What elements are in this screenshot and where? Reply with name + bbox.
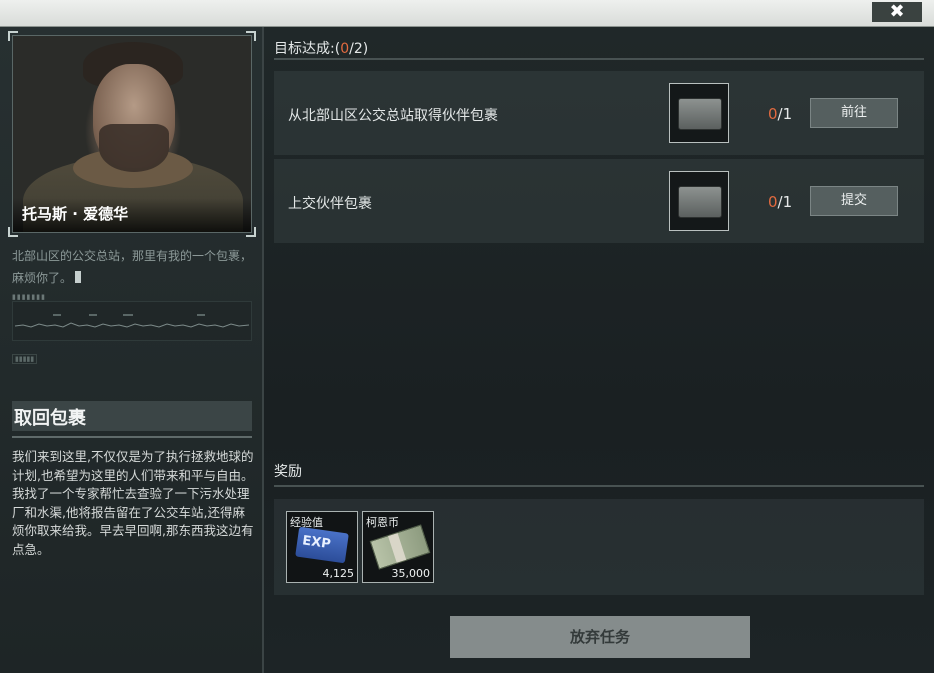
npc-dialogue: 北部山区的公交总站，那里有我的一个包裹，麻烦你了。 — [12, 245, 252, 289]
close-button[interactable]: ✖ — [872, 2, 922, 22]
reward-item[interactable]: 柯恩币 35,000 — [362, 511, 434, 583]
rewards-panel: EXP 经验值 4,125 柯恩币 35,000 — [274, 499, 924, 595]
objectives-label: 目标达成:( — [274, 41, 341, 57]
quest-detail-panel: 目标达成:(0/2) 从北部山区公交总站取得伙伴包裹 0/1 前往 上交伙伴包裹… — [264, 27, 934, 673]
objective-row: 从北部山区公交总站取得伙伴包裹 0/1 前往 — [274, 71, 924, 155]
objectives-done: 0 — [340, 41, 350, 57]
npc-panel: 托马斯 · 爱德华 北部山区的公交总站，那里有我的一个包裹，麻烦你了。 ▮▮▮▮… — [0, 27, 264, 673]
objective-current: 0 — [768, 105, 778, 123]
quest-title: 取回包裹 — [14, 408, 86, 429]
reward-name: 经验值 — [290, 516, 323, 529]
reward-item[interactable]: EXP 经验值 4,125 — [286, 511, 358, 583]
reward-value: 35,000 — [391, 567, 431, 580]
objectives-total: 2 — [353, 41, 363, 57]
rewards-divider — [274, 485, 924, 487]
package-case-icon — [669, 171, 729, 231]
waveform-code: ▮▮▮▮▮ — [12, 354, 38, 364]
npc-portrait: 托马斯 · 爱德华 — [12, 35, 252, 233]
abandon-quest-button[interactable]: 放弃任务 — [450, 616, 750, 658]
goto-button[interactable]: 前往 — [810, 98, 898, 128]
typing-cursor — [75, 271, 82, 283]
objectives-label-end: ) — [362, 41, 369, 57]
quest-description: 我们来到这里,不仅仅是为了执行拯救地球的计划,也希望为这里的人们带来和平与自由。… — [12, 449, 254, 557]
npc-name: 托马斯 · 爱德华 — [22, 205, 129, 223]
npc-dialogue-text: 北部山区的公交总站，那里有我的一个包裹，麻烦你了。 — [12, 249, 253, 285]
money-stack-icon — [369, 524, 431, 570]
objective-progress: 0/1 — [768, 193, 792, 211]
objective-row: 上交伙伴包裹 0/1 提交 — [274, 159, 924, 243]
objectives-divider — [274, 58, 924, 60]
reward-value: 4,125 — [322, 567, 355, 580]
objectives-header: 目标达成:(0/2) — [274, 38, 368, 58]
objective-required: /1 — [777, 105, 793, 123]
objective-required: /1 — [777, 193, 793, 211]
waveform-graphic — [14, 314, 250, 328]
objective-text: 上交伙伴包裹 — [288, 196, 372, 212]
objective-current: 0 — [768, 193, 778, 211]
reward-name: 柯恩币 — [366, 516, 399, 529]
waveform-label: ▮▮▮▮▮▮▮ — [12, 293, 46, 301]
exp-icon: EXP — [295, 526, 349, 564]
quest-title-divider — [12, 436, 252, 438]
title-bar: ✖ — [0, 0, 934, 27]
submit-button[interactable]: 提交 — [810, 186, 898, 216]
package-case-icon — [669, 83, 729, 143]
objective-progress: 0/1 — [768, 105, 792, 123]
close-icon: ✖ — [889, 1, 905, 22]
objective-text: 从北部山区公交总站取得伙伴包裹 — [288, 108, 498, 124]
voice-waveform — [12, 301, 252, 341]
rewards-header: 奖励 — [274, 464, 302, 480]
